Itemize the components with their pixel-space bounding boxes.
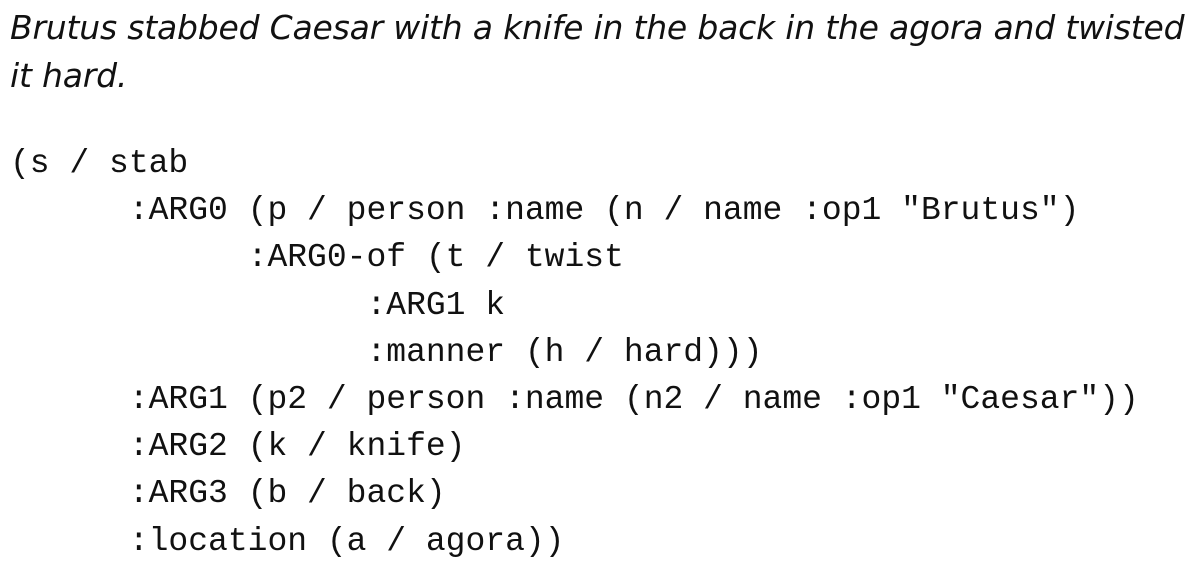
example-sentence: Brutus stabbed Caesar with a knife in th… [10,8,1185,95]
amr-line: :ARG1 (p2 / person :name (n2 / name :op1… [10,380,1139,418]
amr-line: :ARG1 k [10,286,506,324]
amr-line: :ARG0-of (t / twist [10,239,624,277]
amr-graph-listing: (s / stab :ARG0 (p / person :name (n / n… [10,140,1139,565]
document-page: Brutus stabbed Caesar with a knife in th… [0,0,1200,562]
amr-line: :ARG2 (k / knife) [10,428,466,466]
amr-line: :manner (h / hard))) [10,333,763,371]
amr-line: :location (a / agora)) [10,522,565,560]
amr-line: (s / stab [10,145,189,182]
amr-line: :ARG3 (b / back) [10,475,446,513]
amr-line: :ARG0 (p / person :name (n / name :op1 "… [10,192,1080,230]
